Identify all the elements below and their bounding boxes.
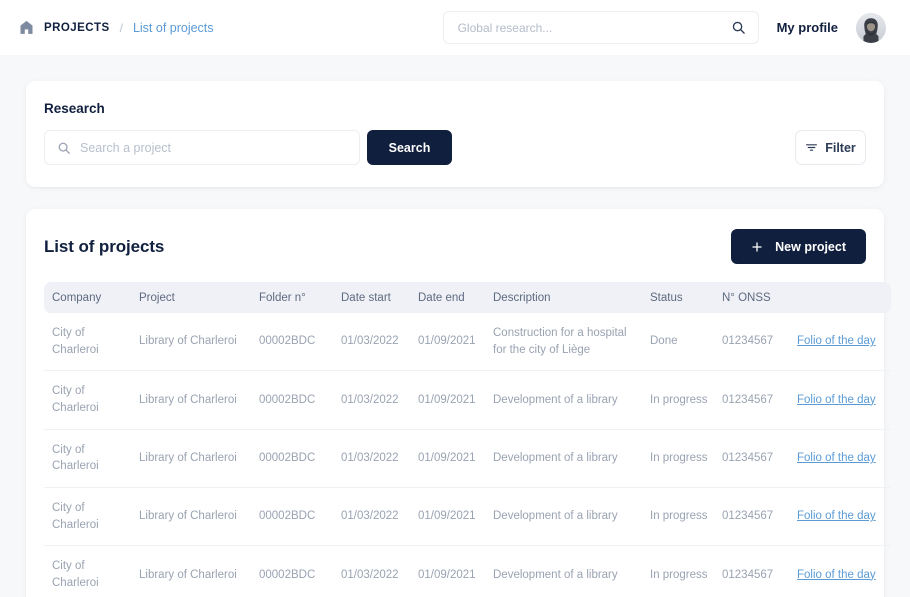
breadcrumb-current[interactable]: List of projects	[133, 21, 214, 35]
folio-link[interactable]: Folio of the day	[797, 452, 876, 464]
cell-date-end: 01/09/2021	[418, 371, 493, 429]
projects-table: Company Project Folder n° Date start Dat…	[44, 282, 891, 597]
cell-project: Library of Charleroi	[139, 546, 259, 597]
cell-status: In progress	[650, 371, 722, 429]
project-search-box[interactable]	[44, 130, 360, 165]
page-title: List of projects	[44, 237, 164, 257]
table-row[interactable]: City of CharleroiLibrary of Charleroi000…	[44, 488, 891, 546]
cell-onss: 01234567	[722, 371, 797, 429]
breadcrumb-root[interactable]: PROJECTS	[44, 22, 110, 34]
cell-description: Development of a library	[493, 371, 650, 429]
column-header-date-end[interactable]: Date end	[418, 282, 493, 313]
projects-header-row: List of projects New project	[44, 229, 866, 264]
folio-link[interactable]: Folio of the day	[797, 394, 876, 406]
cell-folder-no: 00002BDC	[259, 488, 341, 546]
page-content: Research Search	[0, 55, 910, 597]
cell-status: In progress	[650, 546, 722, 597]
column-header-onss[interactable]: N° ONSS	[722, 282, 797, 313]
cell-folder-no: 00002BDC	[259, 546, 341, 597]
avatar[interactable]	[856, 13, 886, 43]
projects-panel: List of projects New project Company	[26, 209, 884, 597]
column-header-actions	[797, 282, 891, 313]
folio-link[interactable]: Folio of the day	[797, 510, 876, 522]
filter-button-label: Filter	[825, 141, 856, 155]
new-project-button-label: New project	[775, 240, 846, 254]
profile-label[interactable]: My profile	[777, 20, 838, 35]
cell-folder-no: 00002BDC	[259, 313, 341, 371]
cell-company: City of Charleroi	[44, 429, 139, 487]
cell-folio: Folio of the day	[797, 488, 891, 546]
global-search-input[interactable]	[458, 21, 731, 35]
cell-date-start: 01/03/2022	[341, 429, 418, 487]
cell-date-start: 01/03/2022	[341, 371, 418, 429]
cell-project: Library of Charleroi	[139, 371, 259, 429]
top-navigation-bar: PROJECTS / List of projects My profile	[0, 0, 910, 55]
cell-status: In progress	[650, 429, 722, 487]
search-icon[interactable]	[731, 20, 746, 35]
cell-onss: 01234567	[722, 488, 797, 546]
cell-date-start: 01/03/2022	[341, 546, 418, 597]
search-icon	[57, 141, 71, 155]
table-row[interactable]: City of CharleroiLibrary of Charleroi000…	[44, 371, 891, 429]
cell-project: Library of Charleroi	[139, 313, 259, 371]
cell-company: City of Charleroi	[44, 371, 139, 429]
cell-description: Construction for a hospital for the city…	[493, 313, 650, 371]
cell-date-end: 01/09/2021	[418, 429, 493, 487]
plus-icon	[751, 241, 763, 253]
cell-folio: Folio of the day	[797, 371, 891, 429]
research-title: Research	[44, 101, 866, 116]
table-header: Company Project Folder n° Date start Dat…	[44, 282, 891, 313]
cell-date-start: 01/03/2022	[341, 313, 418, 371]
cell-project: Library of Charleroi	[139, 488, 259, 546]
table-row[interactable]: City of CharleroiLibrary of Charleroi000…	[44, 313, 891, 371]
cell-company: City of Charleroi	[44, 546, 139, 597]
cell-onss: 01234567	[722, 546, 797, 597]
cell-company: City of Charleroi	[44, 488, 139, 546]
cell-description: Development of a library	[493, 429, 650, 487]
table-row[interactable]: City of CharleroiLibrary of Charleroi000…	[44, 546, 891, 597]
cell-folio: Folio of the day	[797, 546, 891, 597]
global-search-box[interactable]	[443, 11, 759, 44]
cell-onss: 01234567	[722, 313, 797, 371]
filter-button[interactable]: Filter	[795, 130, 866, 165]
folio-link[interactable]: Folio of the day	[797, 569, 876, 581]
folio-link[interactable]: Folio of the day	[797, 335, 876, 347]
column-header-description[interactable]: Description	[493, 282, 650, 313]
cell-date-end: 01/09/2021	[418, 546, 493, 597]
cell-date-end: 01/09/2021	[418, 313, 493, 371]
column-header-company[interactable]: Company	[44, 282, 139, 313]
cell-company: City of Charleroi	[44, 313, 139, 371]
column-header-status[interactable]: Status	[650, 282, 722, 313]
column-header-folder-no[interactable]: Folder n°	[259, 282, 341, 313]
cell-description: Development of a library	[493, 488, 650, 546]
cell-description: Development of a library	[493, 546, 650, 597]
cell-folder-no: 00002BDC	[259, 371, 341, 429]
home-icon[interactable]	[18, 19, 35, 36]
breadcrumb: PROJECTS / List of projects	[18, 19, 214, 36]
cell-date-start: 01/03/2022	[341, 488, 418, 546]
table-header-row: Company Project Folder n° Date start Dat…	[44, 282, 891, 313]
new-project-button[interactable]: New project	[731, 229, 866, 264]
topbar-right-group: My profile	[443, 11, 886, 44]
table-row[interactable]: City of CharleroiLibrary of Charleroi000…	[44, 429, 891, 487]
column-header-project[interactable]: Project	[139, 282, 259, 313]
filter-icon	[805, 141, 818, 154]
cell-folder-no: 00002BDC	[259, 429, 341, 487]
cell-folio: Folio of the day	[797, 313, 891, 371]
cell-onss: 01234567	[722, 429, 797, 487]
cell-project: Library of Charleroi	[139, 429, 259, 487]
cell-folio: Folio of the day	[797, 429, 891, 487]
table-body: City of CharleroiLibrary of Charleroi000…	[44, 313, 891, 597]
breadcrumb-separator: /	[120, 21, 123, 35]
search-input[interactable]	[80, 141, 347, 155]
search-button[interactable]: Search	[367, 130, 452, 165]
research-panel: Research Search	[26, 81, 884, 187]
cell-date-end: 01/09/2021	[418, 488, 493, 546]
cell-status: In progress	[650, 488, 722, 546]
cell-status: Done	[650, 313, 722, 371]
column-header-date-start[interactable]: Date start	[341, 282, 418, 313]
research-controls-row: Search Filter	[44, 130, 866, 165]
